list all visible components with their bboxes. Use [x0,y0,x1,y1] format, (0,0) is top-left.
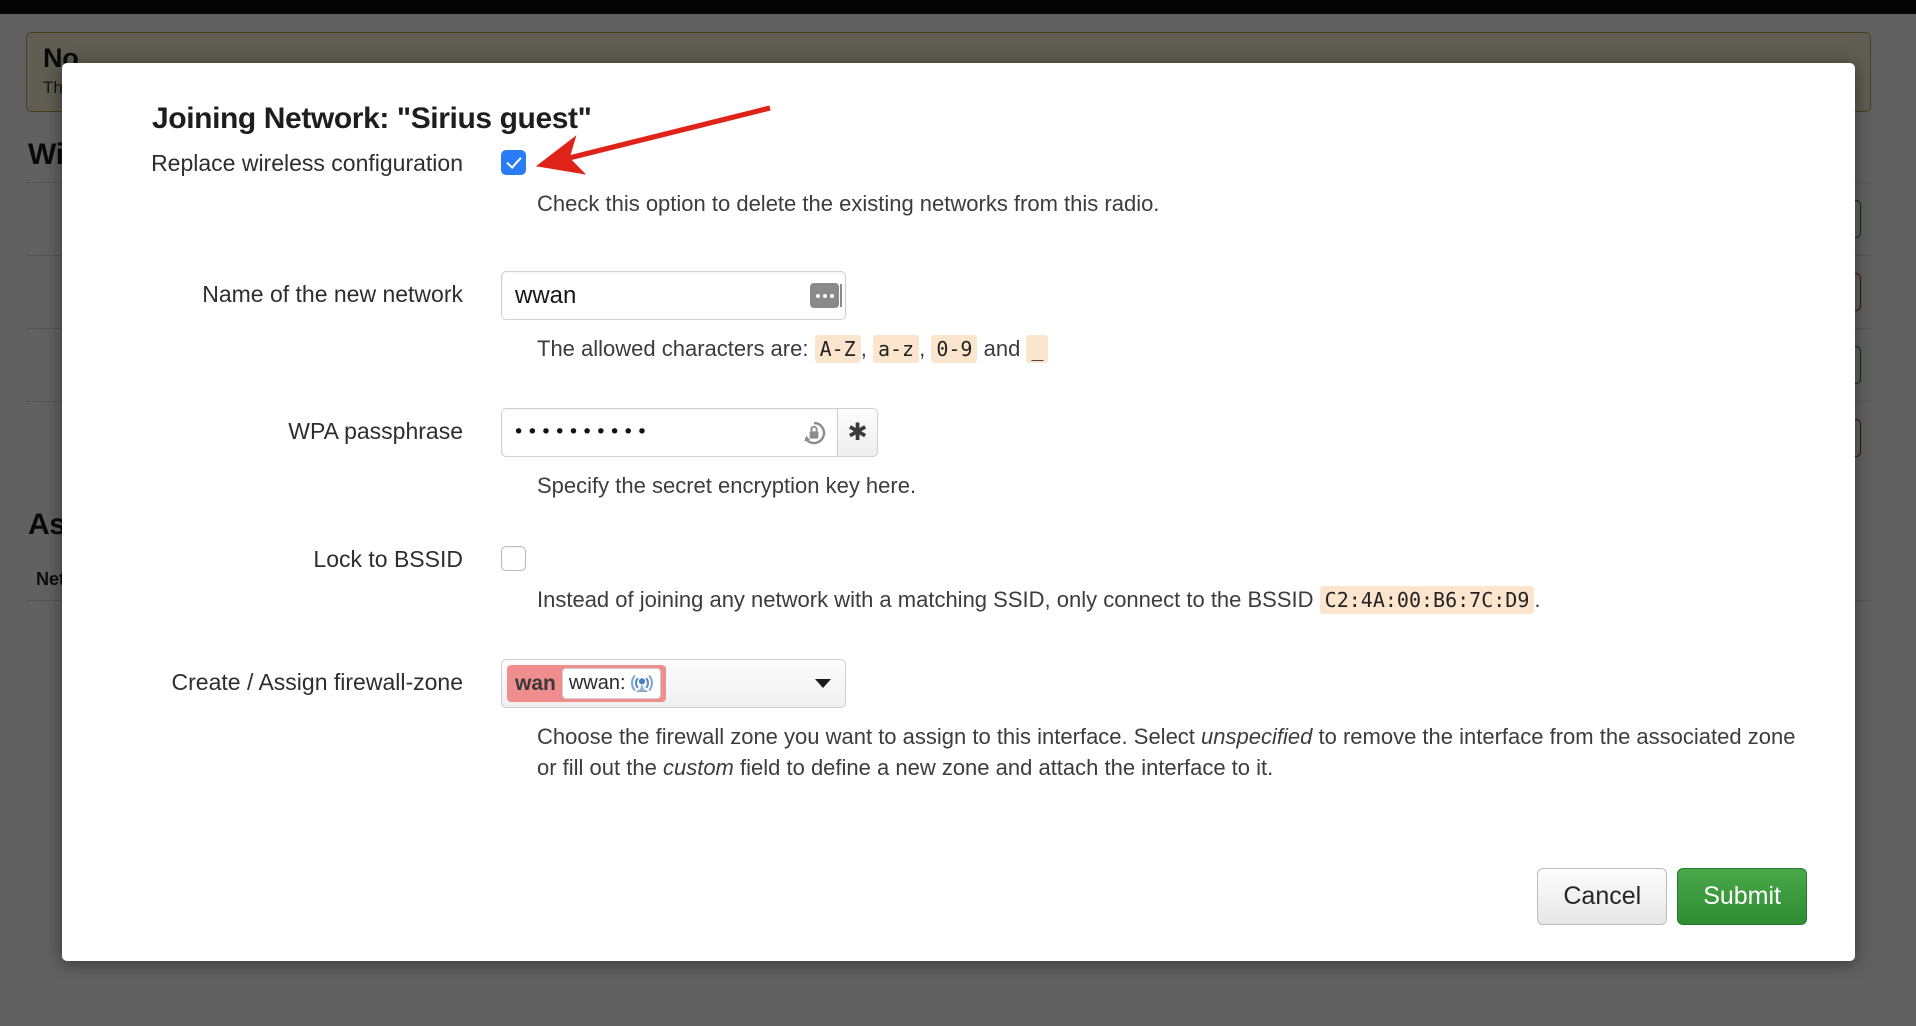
bssid-mac-address: C2:4A:00:B6:7C:D9 [1319,585,1535,614]
cancel-button[interactable]: Cancel [1537,868,1668,925]
row-spacer [96,219,1807,271]
label-cell: Lock to BSSID [96,546,501,615]
passphrase-label: WPA passphrase [288,418,463,445]
replace-config-checkbox[interactable] [501,150,526,175]
form-row-network-name: Name of the new network The allowed char… [96,271,1807,364]
password-manager-lock-icon[interactable] [800,419,828,447]
form-row-firewall-zone: Create / Assign firewall-zone wan wwan: [96,658,1807,783]
allowed-chars-digits: 0-9 [931,335,978,364]
control-cell: •••••••••• ✱ Specify the secret encrypti… [501,408,1807,501]
row-spacer [96,364,1807,408]
passphrase-input[interactable]: •••••••••• [513,423,800,442]
lock-bssid-hint: Instead of joining any network with a ma… [537,584,1807,615]
passphrase-hint: Specify the secret encryption key here. [537,473,917,499]
control-cell: The allowed characters are: A-Z, a-z, 0-… [501,271,1807,364]
hint-conjunction: and [983,336,1021,362]
hint-text-after: . [1534,586,1541,612]
hint-line2-b: field to define a new zone and attach th… [740,755,1274,781]
replace-config-hint: Check this option to delete the existing… [537,191,1160,216]
comma: , [860,336,867,362]
lock-bssid-checkbox[interactable] [501,545,526,571]
label-cell: Replace wireless configuration [96,150,501,219]
screen: No Th Wireless Overview [0,0,1916,1026]
hint-emphasis-custom: custom [662,755,734,781]
comma: , [919,336,926,362]
modal-title: Joining Network: "Sirius guest" [152,102,592,135]
label-cell: WPA passphrase [96,408,501,501]
network-name-hint: The allowed characters are: A-Z, a-z, 0-… [537,333,1807,364]
form-row-passphrase: WPA passphrase •••••••••• ✱ Specify the … [96,408,1807,501]
firewall-zone-interface-name: wwan: [568,672,626,695]
row-spacer [96,615,1807,659]
firewall-zone-label: Create / Assign firewall-zone [171,668,463,695]
firewall-zone-interface-pill: wwan: [561,667,661,699]
wireless-broadcast-icon [630,675,653,693]
label-cell: Create / Assign firewall-zone [96,659,501,783]
control-cell: Instead of joining any network with a ma… [501,545,1807,615]
firewall-zone-name: wan [515,671,556,695]
passphrase-reveal-button[interactable]: ✱ [837,408,878,458]
passphrase-group: •••••••••• ✱ [501,408,878,458]
control-cell: Check this option to delete the existing… [501,150,1807,219]
firewall-zone-hint: Choose the firewall zone you want to ass… [537,721,1807,783]
chevron-down-icon[interactable] [815,678,831,688]
control-cell: wan wwan: Choose the firewall zone you w… [501,658,1807,783]
join-network-modal: Joining Network: "Sirius guest" Replace … [62,63,1855,961]
network-name-input-wrapper[interactable] [501,271,846,321]
ellipsis-icon[interactable] [810,283,842,309]
passphrase-input-wrapper[interactable]: •••••••••• [501,408,837,458]
hint-text-before: Instead of joining any network with a ma… [537,586,1314,612]
join-network-form: Replace wireless configuration Check thi… [96,150,1807,783]
network-name-label: Name of the new network [202,281,463,308]
network-name-input[interactable] [513,280,810,311]
form-row-lock-bssid: Lock to BSSID Instead of joining any net… [96,545,1807,615]
row-spacer [96,502,1807,546]
hint-prefix: The allowed characters are: [537,336,809,362]
allowed-chars-upper: A-Z [814,335,861,364]
modal-footer: Cancel Submit [1537,868,1807,925]
submit-button[interactable]: Submit [1677,868,1807,925]
lock-bssid-label: Lock to BSSID [313,545,463,572]
firewall-zone-select[interactable]: wan wwan: [501,658,846,708]
form-row-replace-config: Replace wireless configuration Check thi… [96,150,1807,219]
replace-config-label: Replace wireless configuration [151,150,463,176]
allowed-chars-lower: a-z [872,335,920,364]
hint-line1-a: Choose the firewall zone you want to ass… [537,723,1195,749]
label-cell: Name of the new network [96,271,501,364]
allowed-chars-underscore: _ [1026,335,1049,364]
firewall-zone-badge: wan wwan: [507,664,666,702]
hint-line1-b: to remove the interface from [1318,723,1594,749]
hint-emphasis-unspecified: unspecified [1201,723,1313,749]
